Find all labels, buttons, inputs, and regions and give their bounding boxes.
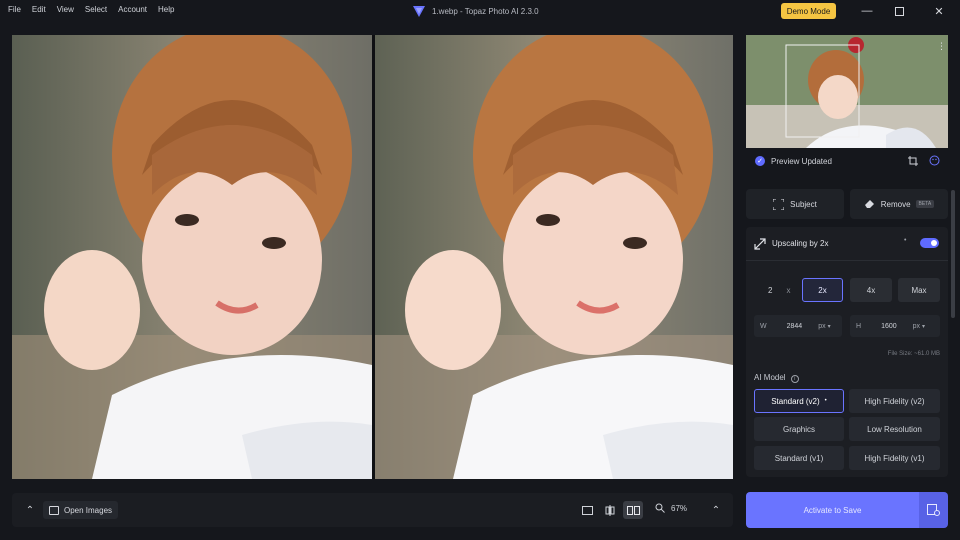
subject-button[interactable]: Subject xyxy=(746,189,844,219)
window-title: 1.webp - Topaz Photo AI 2.3.0 xyxy=(412,4,539,18)
ai-model-label: AI Model i xyxy=(754,373,799,383)
remove-button[interactable]: Remove BETA xyxy=(850,189,948,219)
dropdown-dot-icon[interactable]: • xyxy=(904,237,906,244)
image-icon xyxy=(49,505,59,515)
height-label: H xyxy=(856,322,862,330)
menu-file[interactable]: File xyxy=(8,5,21,14)
zoom-control[interactable]: 67% xyxy=(655,503,687,513)
preview-status-row: ✓ Preview Updated xyxy=(746,150,948,172)
scale-4x-button[interactable]: 4x xyxy=(850,278,892,302)
model-standard-v2-button[interactable]: Standard (v2) • xyxy=(754,389,844,413)
zoom-level: 67% xyxy=(671,503,688,513)
width-value: 2844 xyxy=(786,322,803,330)
scale-2x-button[interactable]: 2x xyxy=(802,278,843,302)
panel-scrollbar[interactable] xyxy=(951,190,955,318)
info-icon[interactable]: i xyxy=(790,375,799,383)
topaz-logo-icon xyxy=(413,6,425,17)
side-by-side-view-button[interactable] xyxy=(623,501,643,519)
eraser-icon xyxy=(864,200,874,208)
export-settings-icon xyxy=(927,504,940,516)
bottom-toolbar: ⌃ Open Images 67% ⌃ xyxy=(12,493,733,527)
minimize-icon[interactable]: — xyxy=(859,3,875,19)
open-images-label: Open Images xyxy=(64,505,113,515)
model-high-fidelity-v1-button[interactable]: High Fidelity (v1) xyxy=(849,446,940,470)
custom-scale-unit: x xyxy=(786,285,791,295)
original-image xyxy=(12,35,372,479)
beta-badge: BETA xyxy=(915,200,935,208)
width-label: W xyxy=(760,322,767,330)
menu-help[interactable]: Help xyxy=(158,5,174,14)
side-by-side-icon xyxy=(626,505,640,515)
subject-select-icon xyxy=(773,198,785,210)
model-high-fidelity-v2-button[interactable]: High Fidelity (v2) xyxy=(849,389,940,413)
model-standard-v2-label: Standard (v2) xyxy=(771,396,820,406)
model-standard-v1-button[interactable]: Standard (v1) xyxy=(754,446,844,470)
width-field[interactable]: W 2844 px ▾ xyxy=(754,315,842,337)
menu-bar: File Edit View Select Account Help xyxy=(8,5,185,14)
menu-edit[interactable]: Edit xyxy=(32,5,46,14)
custom-scale-input[interactable]: 2 x xyxy=(754,278,794,302)
file-size-text: File Size: ~61.0 MB xyxy=(887,351,940,357)
upscale-toggle[interactable] xyxy=(920,238,939,248)
menu-account[interactable]: Account xyxy=(118,5,147,14)
chevron-up-icon[interactable]: ⌃ xyxy=(709,502,723,518)
title-bar: File Edit View Select Account Help 1.web… xyxy=(0,0,960,24)
zoom-icon xyxy=(655,503,665,513)
expand-arrows-icon xyxy=(754,237,766,250)
ai-model-label-text: AI Model xyxy=(754,373,786,382)
window-title-text: 1.webp - Topaz Photo AI 2.3.0 xyxy=(432,6,539,16)
face-icon[interactable] xyxy=(929,155,940,166)
crop-icon[interactable] xyxy=(908,156,918,166)
model-low-resolution-button[interactable]: Low Resolution xyxy=(849,417,940,441)
chevron-down-icon: ▾ xyxy=(922,323,926,330)
remove-label: Remove xyxy=(880,199,911,209)
height-value: 1600 xyxy=(881,322,897,330)
preview-image xyxy=(375,35,733,479)
activate-to-save-button[interactable]: Activate to Save xyxy=(746,492,919,528)
height-field[interactable]: H 1600 px ▾ xyxy=(850,315,940,337)
menu-view[interactable]: View xyxy=(57,5,74,14)
split-view-icon xyxy=(605,504,615,516)
image-canvas[interactable] xyxy=(12,35,733,479)
subject-label: Subject xyxy=(790,199,817,209)
export-settings-button[interactable] xyxy=(919,492,948,528)
demo-mode-badge[interactable]: Demo Mode xyxy=(781,3,836,19)
model-graphics-button[interactable]: Graphics xyxy=(754,417,844,441)
upscale-title: Upscaling by 2x xyxy=(772,239,829,248)
upscale-header[interactable]: Upscaling by 2x • xyxy=(746,227,948,261)
open-images-button[interactable]: Open Images xyxy=(43,501,119,519)
height-unit: px xyxy=(912,322,921,330)
single-view-button[interactable] xyxy=(577,501,597,519)
single-view-icon xyxy=(581,505,593,515)
maximize-icon[interactable] xyxy=(891,3,907,19)
preview-status-text: Preview Updated xyxy=(771,156,832,166)
dot-icon: • xyxy=(824,398,827,404)
menu-select[interactable]: Select xyxy=(85,5,107,14)
check-icon: ✓ xyxy=(755,156,765,166)
chevron-up-icon[interactable]: ⌃ xyxy=(22,502,38,518)
close-icon[interactable]: ✕ xyxy=(931,3,947,19)
split-view-button[interactable] xyxy=(600,501,620,519)
custom-scale-value: 2 xyxy=(768,285,773,295)
scale-max-button[interactable]: Max xyxy=(898,278,940,302)
more-vertical-icon[interactable]: ⋮ xyxy=(937,41,946,52)
upscale-panel: Upscaling by 2x • 2 x 2x 4x Max W 2844 p… xyxy=(746,227,948,477)
chevron-down-icon: ▾ xyxy=(827,323,831,330)
navigator-thumbnail[interactable]: ⋮ xyxy=(746,35,948,148)
width-unit: px xyxy=(818,322,826,330)
